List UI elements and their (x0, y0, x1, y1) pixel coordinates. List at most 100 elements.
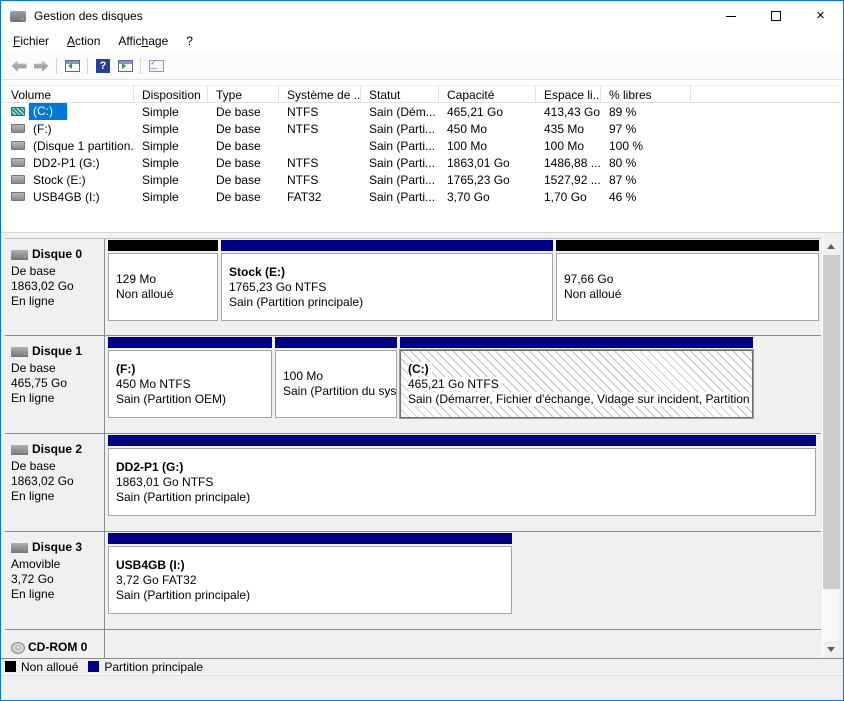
cell-statut: Sain (Parti... (361, 122, 439, 136)
help-icon: ? (96, 59, 110, 73)
properties-list-icon: ✓—✓— (149, 60, 164, 72)
volume-icon (11, 158, 25, 167)
menu-fichier[interactable]: Fichier (4, 31, 58, 53)
disk-type: Amovible (11, 557, 102, 572)
disk-type: De base (11, 361, 102, 376)
disk-label-disque3[interactable]: Disque 3 Amovible 3,72 Go En ligne (5, 532, 105, 629)
cell-capacite: 1765,23 Go (439, 173, 536, 187)
disk-label-disque0[interactable]: Disque 0 De base 1863,02 Go En ligne (5, 239, 105, 335)
disk-icon (11, 445, 28, 455)
cell-disposition: Simple (134, 122, 208, 136)
disk-size: 3,72 Go (11, 572, 102, 587)
partition-area: DD2-P1 (G:) 1863,01 Go NTFS Sain (Partit… (105, 434, 821, 531)
disk-status: En ligne (11, 489, 102, 504)
scrollbar-thumb[interactable] (823, 255, 840, 589)
menu-affichage[interactable]: Affichage (109, 31, 177, 53)
partition-area (105, 630, 821, 658)
disk-graph-panel: Disque 0 De base 1863,02 Go En ligne 129… (1, 232, 843, 658)
cell-type: De base (208, 156, 279, 170)
menu-help[interactable]: ? (177, 31, 202, 53)
forward-button[interactable] (30, 55, 52, 77)
partition-color-bar (556, 240, 819, 251)
cell-disposition: Simple (134, 156, 208, 170)
table-row-usb4gb[interactable]: USB4GB (I:) Simple De base FAT32 Sain (P… (3, 188, 841, 205)
disk-status: En ligne (11, 587, 102, 602)
volume-icon (11, 175, 25, 184)
cell-espace-libre: 1527,92 ... (536, 173, 601, 187)
close-button[interactable]: × (798, 1, 843, 31)
disk-label-disque1[interactable]: Disque 1 De base 465,75 Go En ligne (5, 336, 105, 433)
disk-label-cdrom0[interactable]: CD-ROM 0 (5, 630, 105, 658)
cell-filesystem: NTFS (279, 105, 361, 119)
disk-name: Disque 0 (32, 247, 82, 262)
cell-disposition: Simple (134, 190, 208, 204)
partition-unallocated-97go[interactable]: 97,66 Go Non alloué (556, 240, 819, 335)
minimize-button[interactable] (708, 1, 753, 31)
partition-f[interactable]: (F:) 450 Mo NTFS Sain (Partition OEM) (108, 337, 272, 433)
partition-unallocated-129mo[interactable]: 129 Mo Non alloué (108, 240, 218, 335)
disk-icon (11, 250, 28, 260)
column-header-volume[interactable]: Volume (3, 86, 134, 102)
column-header-filesystem[interactable]: Système de ... (279, 86, 361, 102)
volume-name: USB4GB (I:) (29, 189, 104, 205)
disk-status: En ligne (11, 294, 102, 309)
disk-size: 1863,02 Go (11, 474, 102, 489)
column-header-filler (691, 86, 841, 102)
table-row-disque1-partition[interactable]: (Disque 1 partition... Simple De base Sa… (3, 137, 841, 154)
cell-disposition: Simple (134, 173, 208, 187)
column-header-espace-libre[interactable]: Espace li... (536, 86, 601, 102)
toolbar-separator (87, 58, 88, 74)
partition-color-bar (275, 337, 397, 348)
chevron-down-icon (827, 647, 835, 652)
volume-icon (11, 141, 25, 150)
volume-name: (F:) (29, 121, 56, 137)
partition-c-selected[interactable]: (C:) 465,21 Go NTFS Sain (Démarrer, Fich… (400, 337, 753, 433)
disk-type: De base (11, 264, 102, 279)
scroll-down-button[interactable] (823, 641, 839, 658)
volumes-list: Volume Disposition Type Système de ... S… (3, 80, 841, 229)
partition-usb4gb-i[interactable]: USB4GB (I:) 3,72 Go FAT32 Sain (Partitio… (108, 533, 512, 629)
legend-label-non-alloue: Non alloué (21, 660, 78, 674)
help-button[interactable]: ? (92, 55, 114, 77)
legend-label-partition-principale: Partition principale (104, 660, 203, 674)
cell-type: De base (208, 105, 279, 119)
disk-status: En ligne (11, 391, 102, 406)
table-header: Volume Disposition Type Système de ... S… (3, 85, 841, 103)
status-bar (1, 674, 843, 700)
cell-pct-libres: 89 % (601, 105, 691, 119)
properties-button[interactable]: ✓—✓— (145, 55, 167, 77)
table-row-dd2p1[interactable]: DD2-P1 (G:) Simple De base NTFS Sain (Pa… (3, 154, 841, 171)
window-title: Gestion des disques (34, 9, 143, 23)
column-header-type[interactable]: Type (208, 86, 279, 102)
cell-espace-libre: 1486,88 ... (536, 156, 601, 170)
column-header-disposition[interactable]: Disposition (134, 86, 208, 102)
cell-pct-libres: 97 % (601, 122, 691, 136)
cd-rom-icon (11, 642, 25, 654)
scroll-up-button[interactable] (823, 238, 839, 255)
menu-action[interactable]: Action (58, 31, 109, 53)
cell-pct-libres: 87 % (601, 173, 691, 187)
cell-type: De base (208, 190, 279, 204)
maximize-button[interactable] (753, 1, 798, 31)
vertical-scrollbar[interactable] (822, 238, 839, 658)
back-button[interactable] (8, 55, 30, 77)
column-header-statut[interactable]: Statut (361, 86, 439, 102)
cell-type: De base (208, 122, 279, 136)
volume-name: (C:) (29, 103, 67, 120)
cell-type: De base (208, 139, 279, 153)
table-row-f[interactable]: (F:) Simple De base NTFS Sain (Parti... … (3, 120, 841, 137)
menu-bar: Fichier Action Affichage ? (1, 31, 843, 53)
console-tree-button[interactable] (61, 55, 83, 77)
cell-capacite: 100 Mo (439, 139, 536, 153)
partition-systeme-100mo[interactable]: 100 Mo Sain (Partition du système) (275, 337, 397, 433)
disk-name: Disque 1 (32, 344, 82, 359)
table-row-c[interactable]: (C:) Simple De base NTFS Sain (Dém... 46… (3, 103, 841, 120)
partition-stock-e[interactable]: Stock (E:) 1765,23 Go NTFS Sain (Partiti… (221, 240, 553, 335)
table-row-stock[interactable]: Stock (E:) Simple De base NTFS Sain (Par… (3, 171, 841, 188)
action-pane-button[interactable] (114, 55, 136, 77)
disk-name: Disque 3 (32, 540, 82, 555)
partition-dd2p1-g[interactable]: DD2-P1 (G:) 1863,01 Go NTFS Sain (Partit… (108, 435, 816, 531)
disk-label-disque2[interactable]: Disque 2 De base 1863,02 Go En ligne (5, 434, 105, 531)
column-header-capacite[interactable]: Capacité (439, 86, 536, 102)
column-header-pct-libres[interactable]: % libres (601, 86, 691, 102)
